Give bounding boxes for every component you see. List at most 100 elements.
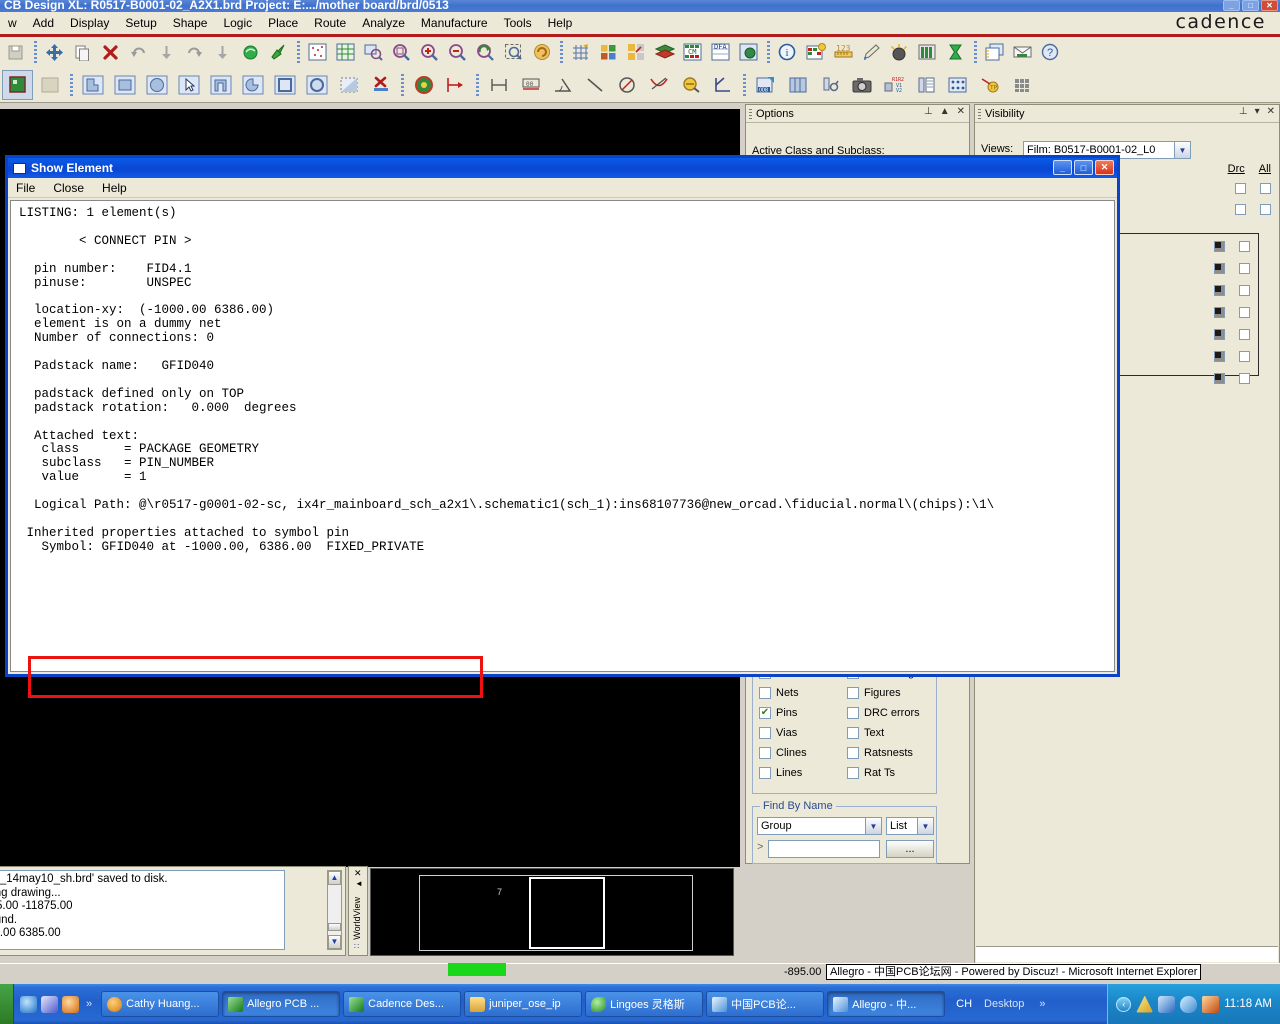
close-icon[interactable]: ✕ (957, 106, 965, 117)
menu-item-route[interactable]: Route (306, 14, 354, 32)
rev-icon[interactable]: R1R2 V1 V2 (878, 70, 909, 100)
shield-icon[interactable] (1180, 995, 1198, 1013)
dfa-icon[interactable]: DFA (707, 39, 734, 65)
find-checkbox-vias[interactable]: Vias (759, 727, 847, 739)
checkbox-box[interactable] (847, 727, 859, 739)
measure-icon[interactable]: 123 (830, 39, 857, 65)
find-checkbox-text[interactable]: Text (847, 727, 937, 739)
layer-drc-checkbox[interactable] (1214, 241, 1225, 252)
layer-all-checkbox[interactable] (1239, 373, 1250, 384)
collapse-icon[interactable]: ◄ (355, 879, 363, 888)
dialog-content[interactable]: LISTING: 1 element(s) < CONNECT PIN > pi… (10, 200, 1115, 672)
shape-circle-icon[interactable] (141, 70, 172, 100)
zoom-in-icon[interactable] (416, 39, 443, 65)
grid-view-icon[interactable] (332, 39, 359, 65)
find-type-combo[interactable]: Group ▼ (757, 817, 882, 835)
testpoint-grid-icon[interactable] (942, 70, 973, 100)
taskbar-item-juniper-ose-ip[interactable]: juniper_ose_ip (464, 991, 583, 1017)
drc-checkbox[interactable] (1235, 183, 1246, 194)
layer-drc-checkbox[interactable] (1214, 351, 1225, 362)
collapse-icon[interactable]: ▾ (1255, 106, 1260, 117)
pin-icon[interactable] (265, 39, 292, 65)
zoom-world-icon[interactable] (500, 39, 527, 65)
menu-item-add[interactable]: Add (25, 14, 62, 32)
dialog-menu-close[interactable]: Close (53, 181, 84, 195)
padstack-icon[interactable] (408, 70, 439, 100)
bar-chart-icon[interactable] (914, 39, 941, 65)
info-icon[interactable]: i (774, 39, 801, 65)
layer-all-checkbox[interactable] (1239, 241, 1250, 252)
color-view-icon[interactable] (304, 39, 331, 65)
zoom-out-icon[interactable] (444, 39, 471, 65)
delete-icon[interactable] (97, 39, 124, 65)
language-indicator[interactable]: CH (956, 998, 972, 1010)
find-checkbox-figures[interactable]: Figures (847, 687, 937, 699)
zoom-fit-icon[interactable] (360, 39, 387, 65)
taskbar-clock[interactable]: 11:18 AM (1224, 998, 1272, 1010)
layer-drc-checkbox[interactable] (1214, 307, 1225, 318)
hourglass-icon[interactable] (942, 39, 969, 65)
worldview-viewport[interactable] (529, 877, 605, 949)
zoom-previous-icon[interactable] (472, 39, 499, 65)
find-checkbox-clines[interactable]: Clines (759, 747, 847, 759)
worldview-tab[interactable]: ✕ ◄ WorldView ∷ (348, 866, 368, 956)
find-mode-combo[interactable]: List ▼ (886, 817, 934, 835)
layer-all-checkbox[interactable] (1239, 351, 1250, 362)
taskbar-item-cadence-des[interactable]: Cadence Des... (343, 991, 462, 1017)
app-maximize-button[interactable]: □ (1242, 0, 1259, 11)
shape-nested-icon[interactable] (205, 70, 236, 100)
scroll-down-button[interactable]: ▼ (328, 935, 341, 949)
scroll-up-button[interactable]: ▲ (328, 871, 341, 885)
shape-delete-icon[interactable] (365, 70, 396, 100)
media-icon[interactable] (62, 995, 79, 1013)
select-arrow-icon[interactable] (173, 70, 204, 100)
shape-rect-icon[interactable] (109, 70, 140, 100)
shape-square-icon[interactable] (269, 70, 300, 100)
layer-drc-checkbox[interactable] (1214, 329, 1225, 340)
layer-all-checkbox[interactable] (1239, 263, 1250, 274)
odb-export-icon[interactable]: ODB (750, 70, 781, 100)
dim-query-icon[interactable] (675, 70, 706, 100)
shape-icon[interactable] (237, 39, 264, 65)
chevron-down-icon[interactable]: ▼ (1174, 142, 1190, 158)
app-close-button[interactable]: ✕ (1261, 0, 1278, 11)
all-checkbox[interactable] (1260, 183, 1271, 194)
array-icon[interactable] (1006, 70, 1037, 100)
checkbox-box[interactable] (759, 767, 771, 779)
close-icon[interactable]: ✕ (354, 868, 362, 879)
shape-arc-icon[interactable] (237, 70, 268, 100)
shape-polygon-icon[interactable] (77, 70, 108, 100)
undo-icon[interactable] (125, 39, 152, 65)
dim-linear-icon[interactable] (483, 70, 514, 100)
checkbox-box[interactable] (759, 747, 771, 759)
film-icon[interactable] (782, 70, 813, 100)
checkbox-box[interactable] (847, 707, 859, 719)
report-icon[interactable] (802, 39, 829, 65)
find-checkbox-nets[interactable]: Nets (759, 687, 847, 699)
drill-legend-icon[interactable] (814, 70, 845, 100)
menu-item-logic[interactable]: Logic (215, 14, 260, 32)
drc-checkbox[interactable] (1235, 204, 1246, 215)
notes-icon[interactable] (981, 39, 1008, 65)
mail-icon[interactable] (1009, 39, 1036, 65)
find-more-button[interactable]: ... (886, 840, 934, 858)
grid-toggle-icon[interactable] (567, 39, 594, 65)
highlight-icon[interactable] (858, 39, 885, 65)
dimension-icon[interactable] (886, 39, 913, 65)
update-icon[interactable] (1202, 995, 1220, 1013)
find-checkbox-lines[interactable]: Lines (759, 767, 847, 779)
find-checkbox-ratsnests[interactable]: Ratsnests (847, 747, 937, 759)
layers-icon[interactable] (651, 39, 678, 65)
help-icon[interactable]: ? (1037, 39, 1064, 65)
layer-all-checkbox[interactable] (1239, 285, 1250, 296)
redo-down-icon[interactable] (153, 39, 180, 65)
dim-angular-icon[interactable] (547, 70, 578, 100)
find-checkbox-drc-errors[interactable]: DRC errors (847, 707, 937, 719)
shape-halfshade-icon[interactable] (333, 70, 364, 100)
refresh-icon[interactable] (528, 39, 555, 65)
desktop-label[interactable]: Desktop (978, 998, 1030, 1010)
layer-all-checkbox[interactable] (1239, 307, 1250, 318)
subdrawing-icon[interactable] (595, 39, 622, 65)
layer-all-checkbox[interactable] (1239, 329, 1250, 340)
outlook-icon[interactable] (41, 995, 58, 1013)
